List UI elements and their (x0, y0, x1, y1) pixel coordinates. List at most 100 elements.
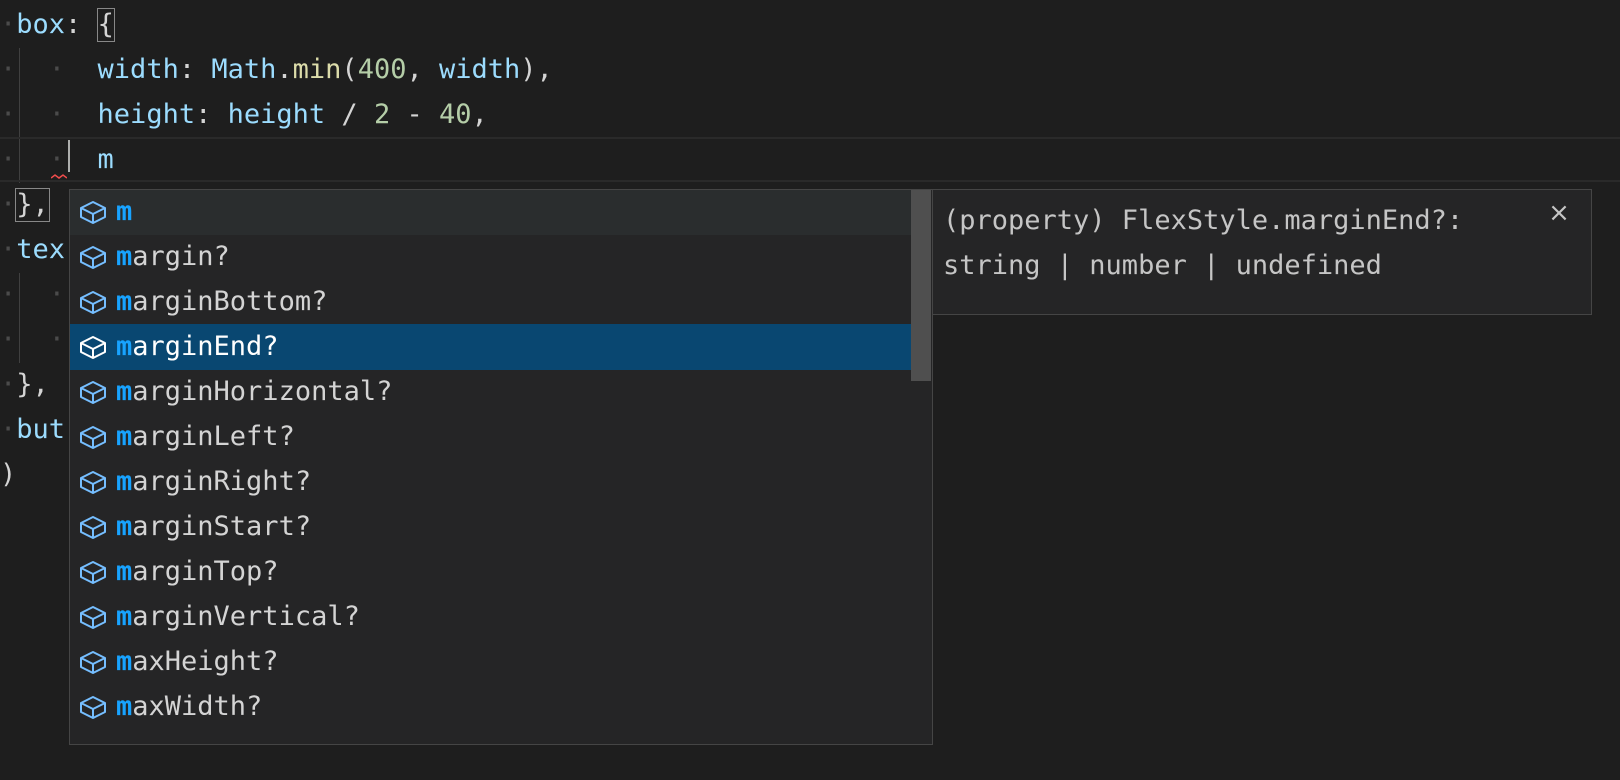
suggest-item[interactable]: marginVertical? (70, 594, 913, 640)
property-icon (70, 414, 116, 460)
property-icon (70, 279, 116, 325)
number-literal: 40 (438, 99, 472, 130)
match-highlight: m (116, 691, 133, 722)
label-rest: arginEnd? (132, 331, 279, 362)
number-literal: 400 (357, 54, 407, 85)
match-highlight: m (116, 376, 133, 407)
identifier: height (227, 99, 326, 130)
punctuation: . (276, 54, 293, 85)
property-icon (70, 190, 116, 235)
punctuation: }, (16, 369, 49, 400)
suggest-item-label: margin? (116, 234, 230, 280)
property-key: box (16, 9, 66, 40)
label-rest: arginBottom? (132, 286, 328, 317)
match-highlight: m (116, 196, 133, 227)
suggest-item[interactable]: marginHorizontal? (70, 369, 913, 415)
suggest-item-label: marginBottom? (116, 279, 327, 325)
suggest-item[interactable]: margin? (70, 234, 913, 280)
match-highlight: m (116, 601, 133, 632)
property-icon (70, 684, 116, 730)
match-highlight: m (116, 331, 133, 362)
property-key: width (97, 54, 179, 85)
punctuation: : (178, 54, 212, 85)
suggest-item-label: marginEnd? (116, 324, 279, 370)
match-highlight: m (116, 421, 133, 452)
label-rest: arginStart? (132, 511, 312, 542)
identifier: width (438, 54, 521, 85)
match-highlight: m (116, 286, 133, 317)
suggest-item[interactable]: marginBottom? (70, 279, 913, 325)
close-icon[interactable]: × (1545, 200, 1573, 228)
label-rest: arginHorizontal? (132, 376, 393, 407)
punctuation: ), (520, 54, 553, 85)
suggest-widget[interactable]: m margin? marginBottom? marginEnd? marginHor… (69, 189, 933, 745)
whitespace-dot: · (0, 414, 17, 445)
suggest-item-label: maxHeight? (116, 639, 279, 685)
suggest-details-panel: (property) FlexStyle.marginEnd?: string … (932, 189, 1592, 315)
label-rest: argin? (132, 241, 230, 272)
label-rest: axHeight? (132, 646, 279, 677)
property-icon (70, 369, 116, 415)
suggest-item[interactable]: m (70, 190, 913, 235)
match-highlight: m (116, 556, 133, 587)
match-highlight: m (116, 466, 133, 497)
suggest-item[interactable]: maxWidth? (70, 684, 913, 730)
code-line[interactable]: · · width: Math.min(400, width), (0, 47, 1620, 92)
typed-text: m (97, 144, 114, 175)
whitespace-dot: · (0, 369, 17, 400)
suggest-item[interactable]: maxHeight? (70, 639, 913, 685)
property-icon (70, 234, 116, 280)
operator: / (325, 99, 374, 130)
matched-brace: { (96, 8, 115, 42)
property-icon (70, 594, 116, 640)
suggest-item-label: marginStart? (116, 504, 311, 550)
whitespace-dots: · · (0, 99, 98, 130)
suggest-item-label: marginRight? (116, 459, 311, 505)
property-key: tex (16, 234, 66, 265)
suggest-item[interactable]: marginTop? (70, 549, 913, 595)
property-key: height (97, 99, 196, 130)
identifier: Math (211, 54, 277, 85)
whitespace-dots: · · (0, 144, 98, 175)
error-squiggle (51, 174, 67, 179)
label-rest: arginLeft? (132, 421, 295, 452)
suggest-item[interactable]: marginStart? (70, 504, 913, 550)
property-icon (70, 639, 116, 685)
match-highlight: m (116, 241, 133, 272)
suggest-item-label: marginLeft? (116, 414, 295, 460)
suggest-item-label: marginHorizontal? (116, 369, 392, 415)
suggest-item-label: maxWidth? (116, 684, 262, 730)
property-icon (70, 504, 116, 550)
punctuation: : (65, 9, 98, 40)
text-cursor (68, 140, 70, 172)
code-line[interactable]: · · height: height / 2 - 40, (0, 92, 1620, 137)
matched-brace: }, (15, 188, 50, 222)
property-icon (70, 549, 116, 595)
current-line[interactable]: · · m (0, 137, 1620, 182)
property-icon (70, 324, 116, 370)
property-signature: (property) FlexStyle.marginEnd?: string … (943, 205, 1480, 281)
property-icon (70, 459, 116, 505)
suggest-item-label: marginTop? (116, 549, 279, 595)
suggest-item[interactable]: marginLeft? (70, 414, 913, 460)
suggest-scrollbar[interactable] (911, 190, 931, 381)
property-key: but (16, 414, 66, 445)
punctuation: : (195, 99, 228, 130)
match-highlight: m (116, 511, 133, 542)
suggest-item-label: marginVertical? (116, 594, 360, 640)
punctuation: ) (0, 459, 17, 490)
suggest-item[interactable]: marginEnd? (70, 324, 913, 370)
punctuation: , (471, 99, 488, 130)
whitespace-dot: · (0, 9, 17, 40)
label-rest: axWidth? (132, 691, 263, 722)
function-name: min (292, 54, 342, 85)
code-line[interactable]: ·box: { (0, 2, 1620, 47)
suggest-item-label: m (116, 190, 133, 235)
operator: - (390, 99, 439, 130)
suggest-item[interactable]: marginRight? (70, 459, 913, 505)
punctuation: , (406, 54, 439, 85)
punctuation: ( (341, 54, 358, 85)
label-rest: arginRight? (132, 466, 312, 497)
whitespace-dot: · (0, 234, 17, 265)
match-highlight: m (116, 646, 133, 677)
